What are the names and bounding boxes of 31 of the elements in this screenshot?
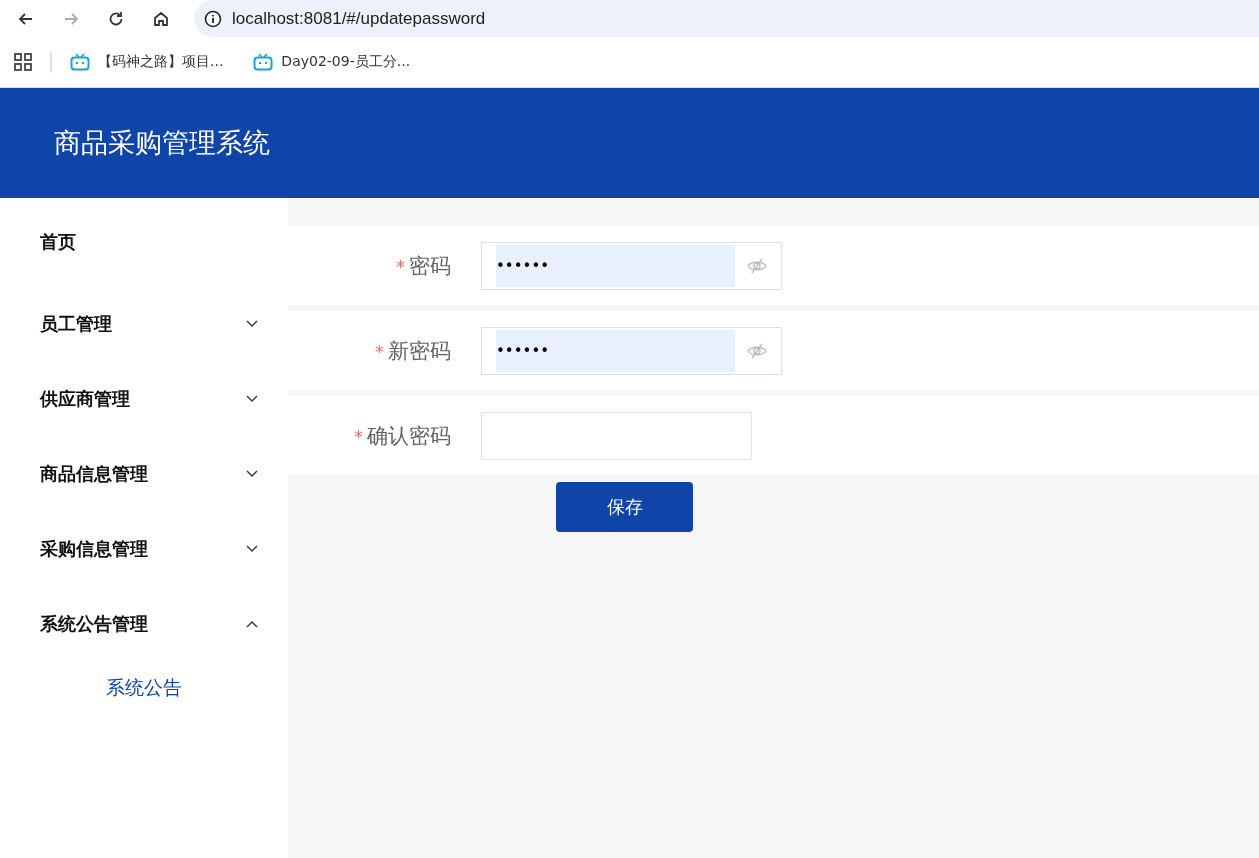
- save-button[interactable]: 保存: [556, 482, 693, 532]
- address-bar[interactable]: localhost:8081/#/updatepassword: [194, 0, 1259, 37]
- required-mark: *: [396, 255, 405, 277]
- bookmark[interactable]: 【码神之路】项目...: [70, 53, 224, 71]
- menu-item[interactable]: 员工管理: [0, 286, 288, 361]
- field-label: 新密码: [388, 338, 451, 363]
- app-title: 商品采购管理系统: [54, 126, 270, 160]
- required-mark: *: [354, 425, 363, 447]
- chevron-down-icon: [246, 469, 258, 478]
- menu-item[interactable]: 系统公告管理: [0, 586, 288, 661]
- chevron-down-icon: [246, 544, 258, 553]
- tv-icon: [70, 53, 90, 71]
- url-text: localhost:8081/#/updatepassword: [232, 8, 486, 29]
- chevron-up-icon: [246, 619, 258, 628]
- submenu-item[interactable]: 系统公告: [0, 661, 288, 715]
- chevron-down-icon: [246, 394, 258, 403]
- menu-item[interactable]: 首页: [0, 198, 288, 286]
- apps-grid-icon[interactable]: [14, 53, 32, 71]
- password-field[interactable]: ••••••: [481, 241, 782, 290]
- password-field[interactable]: ••••••: [481, 326, 782, 375]
- field-label: 密码: [409, 253, 451, 278]
- menu-item[interactable]: 采购信息管理: [0, 511, 288, 586]
- bookmark[interactable]: Day02-09-员工分...: [253, 53, 411, 71]
- tv-icon: [253, 53, 274, 71]
- required-mark: *: [375, 340, 384, 362]
- menu-item[interactable]: 供应商管理: [0, 361, 288, 436]
- password-field[interactable]: [481, 411, 752, 460]
- menu-item[interactable]: 商品信息管理: [0, 436, 288, 511]
- chevron-down-icon: [246, 319, 258, 328]
- field-label: 确认密码: [367, 423, 451, 448]
- info-icon[interactable]: [204, 9, 222, 28]
